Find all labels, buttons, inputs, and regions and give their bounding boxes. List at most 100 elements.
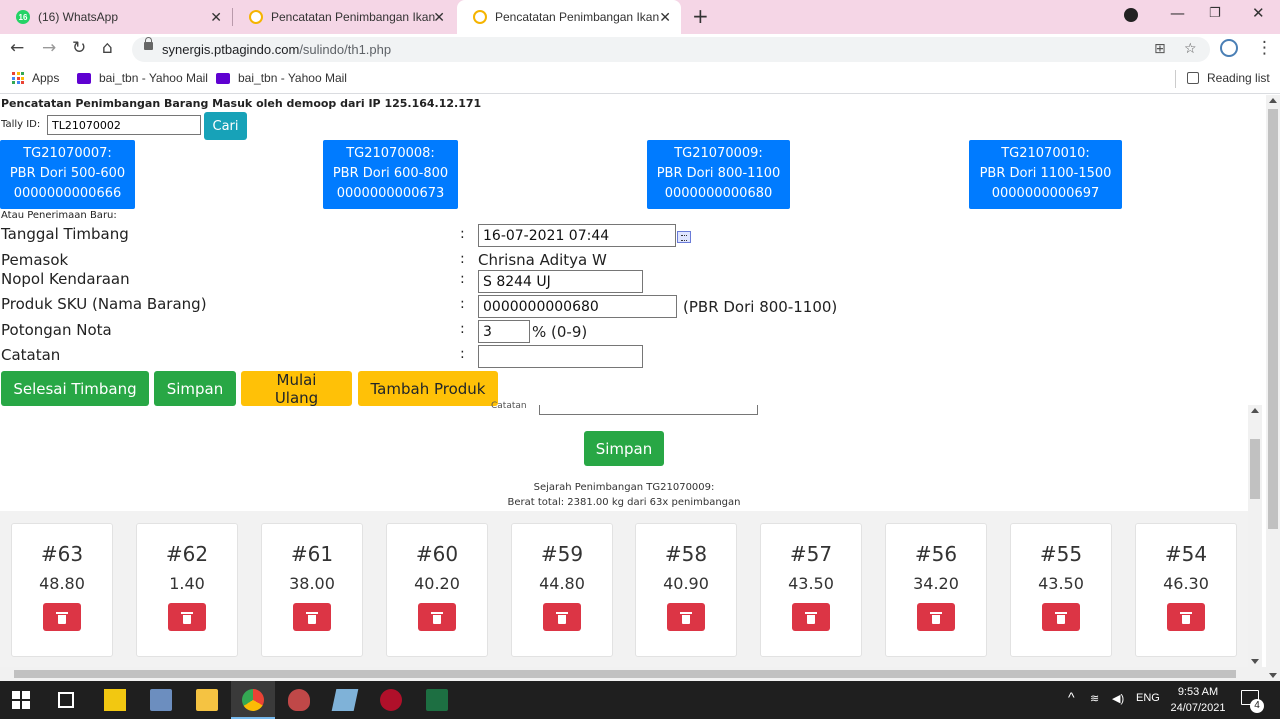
colon: : [460,321,465,337]
app-icon[interactable] [331,689,359,711]
delete-weighing-button[interactable] [543,603,581,631]
tab-bar: 16 (16) WhatsApp ✕ Pencatatan Penimbanga… [0,0,1280,34]
catatan-input[interactable] [478,345,643,368]
forward-icon[interactable]: → [42,38,56,58]
delete-weighing-button[interactable] [293,603,331,631]
scroll-up-icon[interactable] [1251,408,1259,413]
task-view-icon[interactable] [58,692,74,708]
delete-weighing-button[interactable] [43,603,81,631]
notifications-badge: 4 [1250,699,1264,713]
delete-weighing-button[interactable] [1042,603,1080,631]
mulai-ulang-button[interactable]: Mulai Ulang [241,371,352,407]
history-title: Sejarah Penimbangan TG21070009: [533,482,715,493]
yahoo-mail-icon [77,72,91,84]
bookmark-label: bai_tbn - Yahoo Mail [238,71,347,85]
wifi-icon[interactable]: ≋ [1090,692,1099,705]
scroll-up-icon[interactable] [1269,98,1277,103]
delete-weighing-button[interactable] [168,603,206,631]
scroll-thumb[interactable] [1268,109,1278,529]
bookmark-apps[interactable]: Apps [12,71,59,85]
tab-pencatatan-2-active[interactable]: Pencatatan Penimbangan Ikan ✕ [457,0,681,34]
address-bar[interactable]: synergis.ptbagindo.com/sulindo/th1.php ⊞… [132,37,1210,62]
reading-list-button[interactable]: Reading list [1187,71,1270,85]
tally-id-input[interactable] [47,115,201,135]
weighing-value: 46.30 [1163,574,1209,593]
reading-list-label: Reading list [1207,71,1270,85]
tally-card-tg21070010[interactable]: TG21070010: PBR Dori 1100-1500 000000000… [969,140,1122,209]
file-explorer-icon[interactable] [196,689,218,711]
minimize-icon[interactable]: — [1170,4,1185,22]
simpan-weighing-button[interactable]: Simpan [584,431,664,466]
delete-weighing-button[interactable] [1167,603,1205,631]
scroll-down-icon[interactable] [1269,673,1277,678]
app-icon[interactable] [380,689,402,711]
weighing-card: #58 40.90 [635,523,737,657]
history-total: Berat total: 2381.00 kg dari 63x penimba… [507,497,741,508]
delete-weighing-button[interactable] [792,603,830,631]
chrome-icon[interactable] [242,689,264,711]
close-icon[interactable]: ✕ [659,9,671,26]
tally-card-tg21070008[interactable]: TG21070008: PBR Dori 600-800 00000000006… [323,140,458,209]
produk-name: (PBR Dori 800-1100) [683,298,838,316]
scroll-thumb[interactable] [14,670,1236,678]
weighing-value: 34.20 [913,574,959,593]
tab-pencatatan-1[interactable]: Pencatatan Penimbangan Ikan ✕ [233,0,455,34]
potongan-input[interactable] [478,320,530,343]
produk-sku-input[interactable] [478,295,677,318]
calendar-icon[interactable] [677,231,691,243]
clock[interactable]: 9:53 AM 24/07/2021 [1166,684,1230,716]
url-text: synergis.ptbagindo.com/sulindo/th1.php [162,42,392,57]
weighing-value: 40.90 [663,574,709,593]
weighing-value: 1.40 [169,574,205,593]
close-icon[interactable]: ✕ [210,9,222,26]
navigation-bar: ← → ↻ ⌂ synergis.ptbagindo.com/sulindo/t… [0,34,1280,64]
window-close-icon[interactable]: ✕ [1252,4,1265,22]
page-vertical-scrollbar[interactable] [1266,95,1280,681]
volume-icon[interactable]: ◀) [1112,692,1124,705]
home-icon[interactable]: ⌂ [102,38,113,58]
windows-start-icon[interactable] [12,691,30,709]
tally-card-tg21070007[interactable]: TG21070007: PBR Dori 500-600 00000000006… [0,140,135,209]
pemasok-value: Chrisna Aditya W [478,251,607,269]
extension-icon[interactable] [1220,39,1238,57]
back-icon[interactable]: ← [10,38,24,58]
restore-icon[interactable]: ❐ [1209,6,1221,21]
language-indicator[interactable]: ENG [1136,692,1160,704]
tray-chevron-icon[interactable]: ^ [1068,689,1075,705]
sticky-notes-icon[interactable] [104,689,126,711]
translate-icon[interactable]: ⊞ [1154,41,1166,57]
tanggal-input[interactable] [478,224,676,247]
reload-icon[interactable]: ↻ [72,38,86,58]
menu-icon[interactable]: ⋮ [1256,38,1273,58]
profile-dropdown-icon[interactable] [1124,8,1138,22]
scroll-thumb[interactable] [1250,439,1260,499]
calculator-icon[interactable] [150,689,172,711]
inner-vertical-scrollbar[interactable] [1248,405,1262,667]
delete-weighing-button[interactable] [917,603,955,631]
horizontal-scrollbar[interactable] [0,667,1266,681]
bookmark-star-icon[interactable]: ☆ [1184,41,1197,57]
app-icon[interactable] [288,689,310,711]
new-tab-icon[interactable]: + [692,4,709,28]
site-icon [249,10,263,24]
cari-button[interactable]: Cari [204,112,247,140]
delete-weighing-button[interactable] [667,603,705,631]
selesai-timbang-button[interactable]: Selesai Timbang [1,371,149,406]
nopol-label: Nopol Kendaraan [1,270,130,288]
scroll-down-icon[interactable] [1251,659,1259,664]
delete-weighing-button[interactable] [418,603,456,631]
tambah-produk-button[interactable]: Tambah Produk [358,371,498,406]
weighing-number: #62 [165,542,209,566]
nopol-input[interactable] [478,270,643,293]
trash-icon [56,612,68,624]
trash-icon [1180,612,1192,624]
tally-card-tg21070009[interactable]: TG21070009: PBR Dori 800-1100 0000000000… [647,140,790,209]
catatan-label: Catatan [1,346,61,364]
excel-icon[interactable] [426,689,448,711]
close-icon[interactable]: ✕ [433,9,445,26]
hidden-catatan-input[interactable] [539,405,758,415]
simpan-button[interactable]: Simpan [154,371,236,406]
tab-whatsapp[interactable]: 16 (16) WhatsApp ✕ [0,0,232,34]
bookmark-yahoo-1[interactable]: bai_tbn - Yahoo Mail [77,71,208,85]
bookmark-yahoo-2[interactable]: bai_tbn - Yahoo Mail [216,71,347,85]
